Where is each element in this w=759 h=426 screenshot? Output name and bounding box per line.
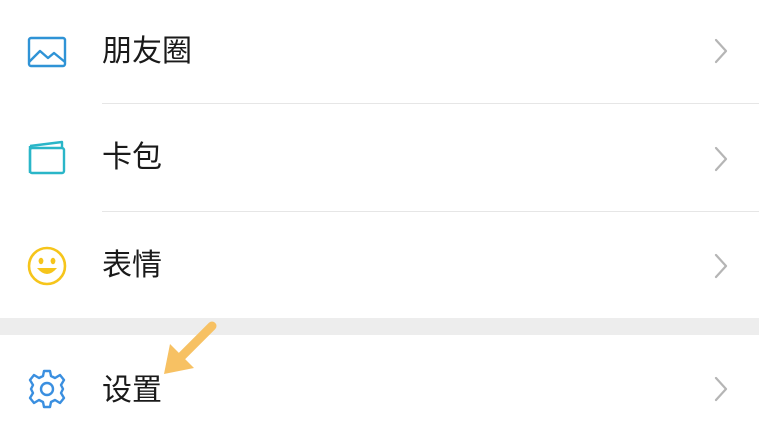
menu-item-label: 表情 <box>102 248 162 283</box>
chevron-right-icon <box>713 37 729 65</box>
menu-item-moments[interactable]: 朋友圈 <box>0 0 759 103</box>
menu-item-label: 设置 <box>102 373 162 408</box>
chevron-right-icon <box>713 145 729 173</box>
pointer-arrow-icon <box>160 318 222 380</box>
menu-item-stickers[interactable]: 表情 <box>0 212 759 318</box>
section-gap <box>0 318 759 335</box>
moments-photo-icon <box>26 31 68 73</box>
menu-item-cards[interactable]: 卡包 <box>0 104 759 211</box>
gear-icon <box>26 368 68 410</box>
card-wallet-icon <box>26 137 68 179</box>
smiley-sticker-icon <box>26 245 68 287</box>
menu-item-settings[interactable]: 设置 <box>0 335 759 426</box>
chevron-right-icon <box>713 252 729 280</box>
me-page-menu: 朋友圈 卡包 表情 设置 <box>0 0 759 426</box>
menu-item-label: 朋友圈 <box>102 34 192 69</box>
menu-item-label: 卡包 <box>102 140 162 175</box>
chevron-right-icon <box>713 375 729 403</box>
